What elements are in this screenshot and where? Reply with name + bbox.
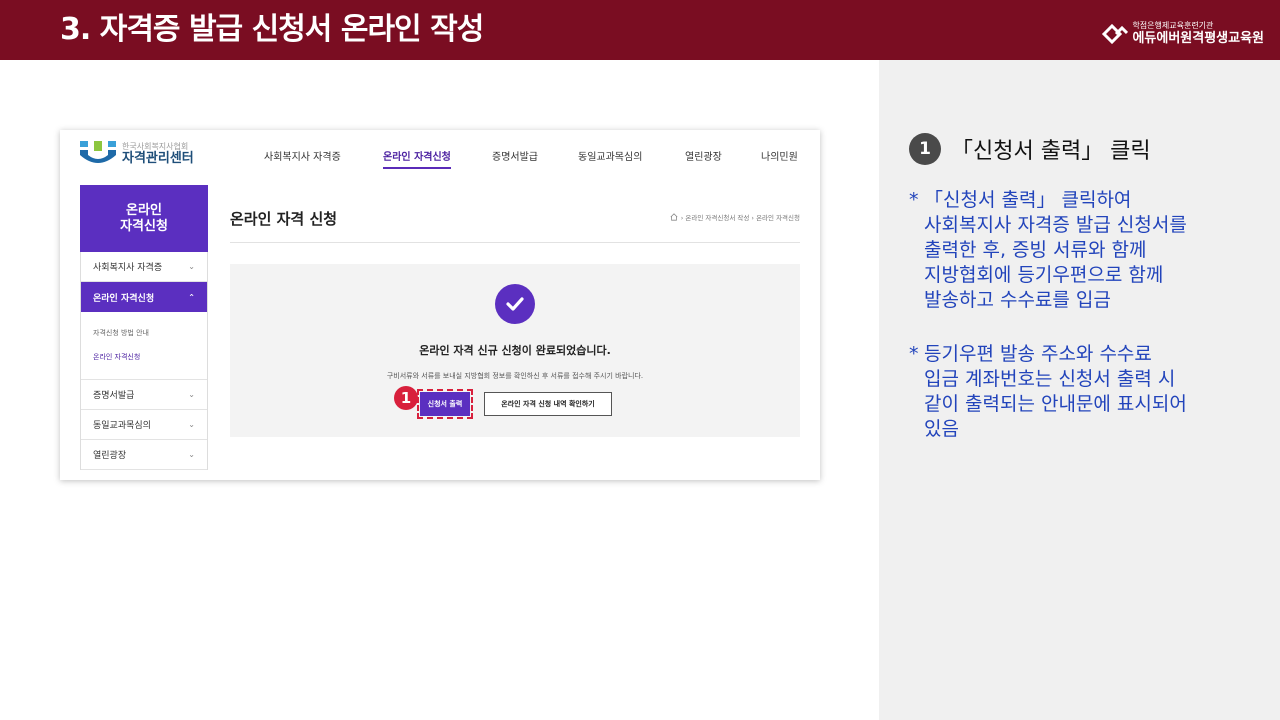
slide-title: 3. 자격증 발급 신청서 온라인 작성 [60,12,484,47]
site-logo-sub: 한국사회복지사협회 [122,142,189,151]
page-title: 온라인 자격 신청 [230,210,338,228]
sidebar-submenu: 자격신청 방법 안내 온라인 자격신청 [81,312,207,380]
sidebar-item-label: 동일교과목심의 [93,421,151,431]
site-logo[interactable]: 한국사회복지사협회 자격관리센터 [80,141,194,167]
sidebar-item-label: 열린광장 [93,451,127,461]
nav-certificate-issue[interactable]: 증명서발급 [492,148,538,163]
brand-logo-icon [1102,23,1129,44]
check-icon [495,284,535,324]
sidebar-item-label: 온라인 자격신청 [93,293,155,304]
sidebar-menu: 사회복지사 자격증 ⌄ 온라인 자격신청 ⌃ 자격신청 방법 안내 온라인 자격… [80,252,208,470]
completion-box: 온라인 자격 신규 신청이 완료되었습니다. 구비서류와 서류를 보내실 지방협… [230,264,800,437]
sidebar-item-online-application[interactable]: 온라인 자격신청 ⌃ [81,282,207,312]
step-text: 「신청서 출력」 클릭 [951,139,1151,164]
brand-sub: 학점은행제교육훈련기관 [1132,21,1214,30]
step-heading: 1 「신청서 출력」 클릭 [909,133,1151,165]
chevron-down-icon: ⌄ [188,262,195,271]
sidebar-item-course-review[interactable]: 동일교과목심의 ⌄ [81,410,207,440]
site-logo-icon [80,141,116,163]
note-text: 등기우편 발송 주소와 수수료 입금 계좌번호는 신청서 출력 시 같이 출력되… [924,343,1187,440]
view-history-button[interactable]: 온라인 자격 신청 내역 확인하기 [484,392,612,416]
step-marker: 1 [394,386,418,410]
info-message: 구비서류와 서류를 보내실 지방협회 정보를 확인하신 후 서류를 접수해 주시… [386,372,644,380]
nav-active-underline [383,167,451,169]
submenu-item-online-application[interactable]: 온라인 자격신청 [93,350,195,374]
note-bullet: * [909,343,919,365]
home-icon[interactable] [670,213,678,221]
divider [230,242,800,243]
nav-my-request[interactable]: 나의민원 [761,148,798,163]
sidebar-banner: 온라인 자격신청 [80,185,208,252]
breadcrumb-text: › 온라인 자격신청서 작성 › 온라인 자격신청 [680,214,800,222]
note-1: * 「신청서 출력」 클릭하여 사회복지사 자격증 발급 신청서를 출력한 후,… [909,188,1269,313]
print-application-button[interactable]: 신청서 출력 [417,389,473,419]
sidebar-banner-line1: 온라인 [126,203,162,218]
breadcrumb: › 온라인 자격신청서 작성 › 온라인 자격신청 [670,212,800,222]
sidebar-item-label: 사회복지사 자격증 [93,263,163,273]
brand: 학점은행제교육훈련기관 에듀에버원격평생교육원 [1102,22,1264,45]
chevron-down-icon: ⌄ [188,420,195,429]
brand-name: 에듀에버원격평생교육원 [1132,31,1264,46]
sidebar-item-certificate[interactable]: 사회복지사 자격증 ⌄ [81,252,207,282]
nav-certificate[interactable]: 사회복지사 자격증 [264,148,341,163]
sidebar-item-label: 증명서발급 [93,391,135,401]
chevron-down-icon: ⌄ [188,450,195,459]
sidebar-item-certificate-issue[interactable]: 증명서발급 ⌄ [81,380,207,410]
submenu-item-guide[interactable]: 자격신청 방법 안내 [93,326,195,350]
sidebar-item-open-square[interactable]: 열린광장 ⌄ [81,440,207,470]
note-text: 「신청서 출력」 클릭하여 사회복지사 자격증 발급 신청서를 출력한 후, 증… [924,189,1187,311]
nav-open-square[interactable]: 열린광장 [685,148,722,163]
slide-header: 3. 자격증 발급 신청서 온라인 작성 학점은행제교육훈련기관 에듀에버원격평… [0,0,1280,60]
site-logo-name: 자격관리센터 [122,151,194,166]
nav-online-application[interactable]: 온라인 자격신청 [383,148,451,163]
note-2: * 등기우편 발송 주소와 수수료 입금 계좌번호는 신청서 출력 시 같이 출… [909,342,1269,442]
chevron-down-icon: ⌄ [188,390,195,399]
step-number: 1 [909,133,941,165]
sidebar-banner-line2: 자격신청 [120,219,168,234]
completion-message: 온라인 자격 신규 신청이 완료되었습니다. [419,344,611,357]
chevron-up-icon: ⌃ [188,292,195,302]
note-bullet: * [909,189,919,211]
nav-course-review[interactable]: 동일교과목심의 [578,148,642,163]
website-screenshot: 한국사회복지사협회 자격관리센터 사회복지사 자격증 온라인 자격신청 증명서발… [60,130,820,480]
